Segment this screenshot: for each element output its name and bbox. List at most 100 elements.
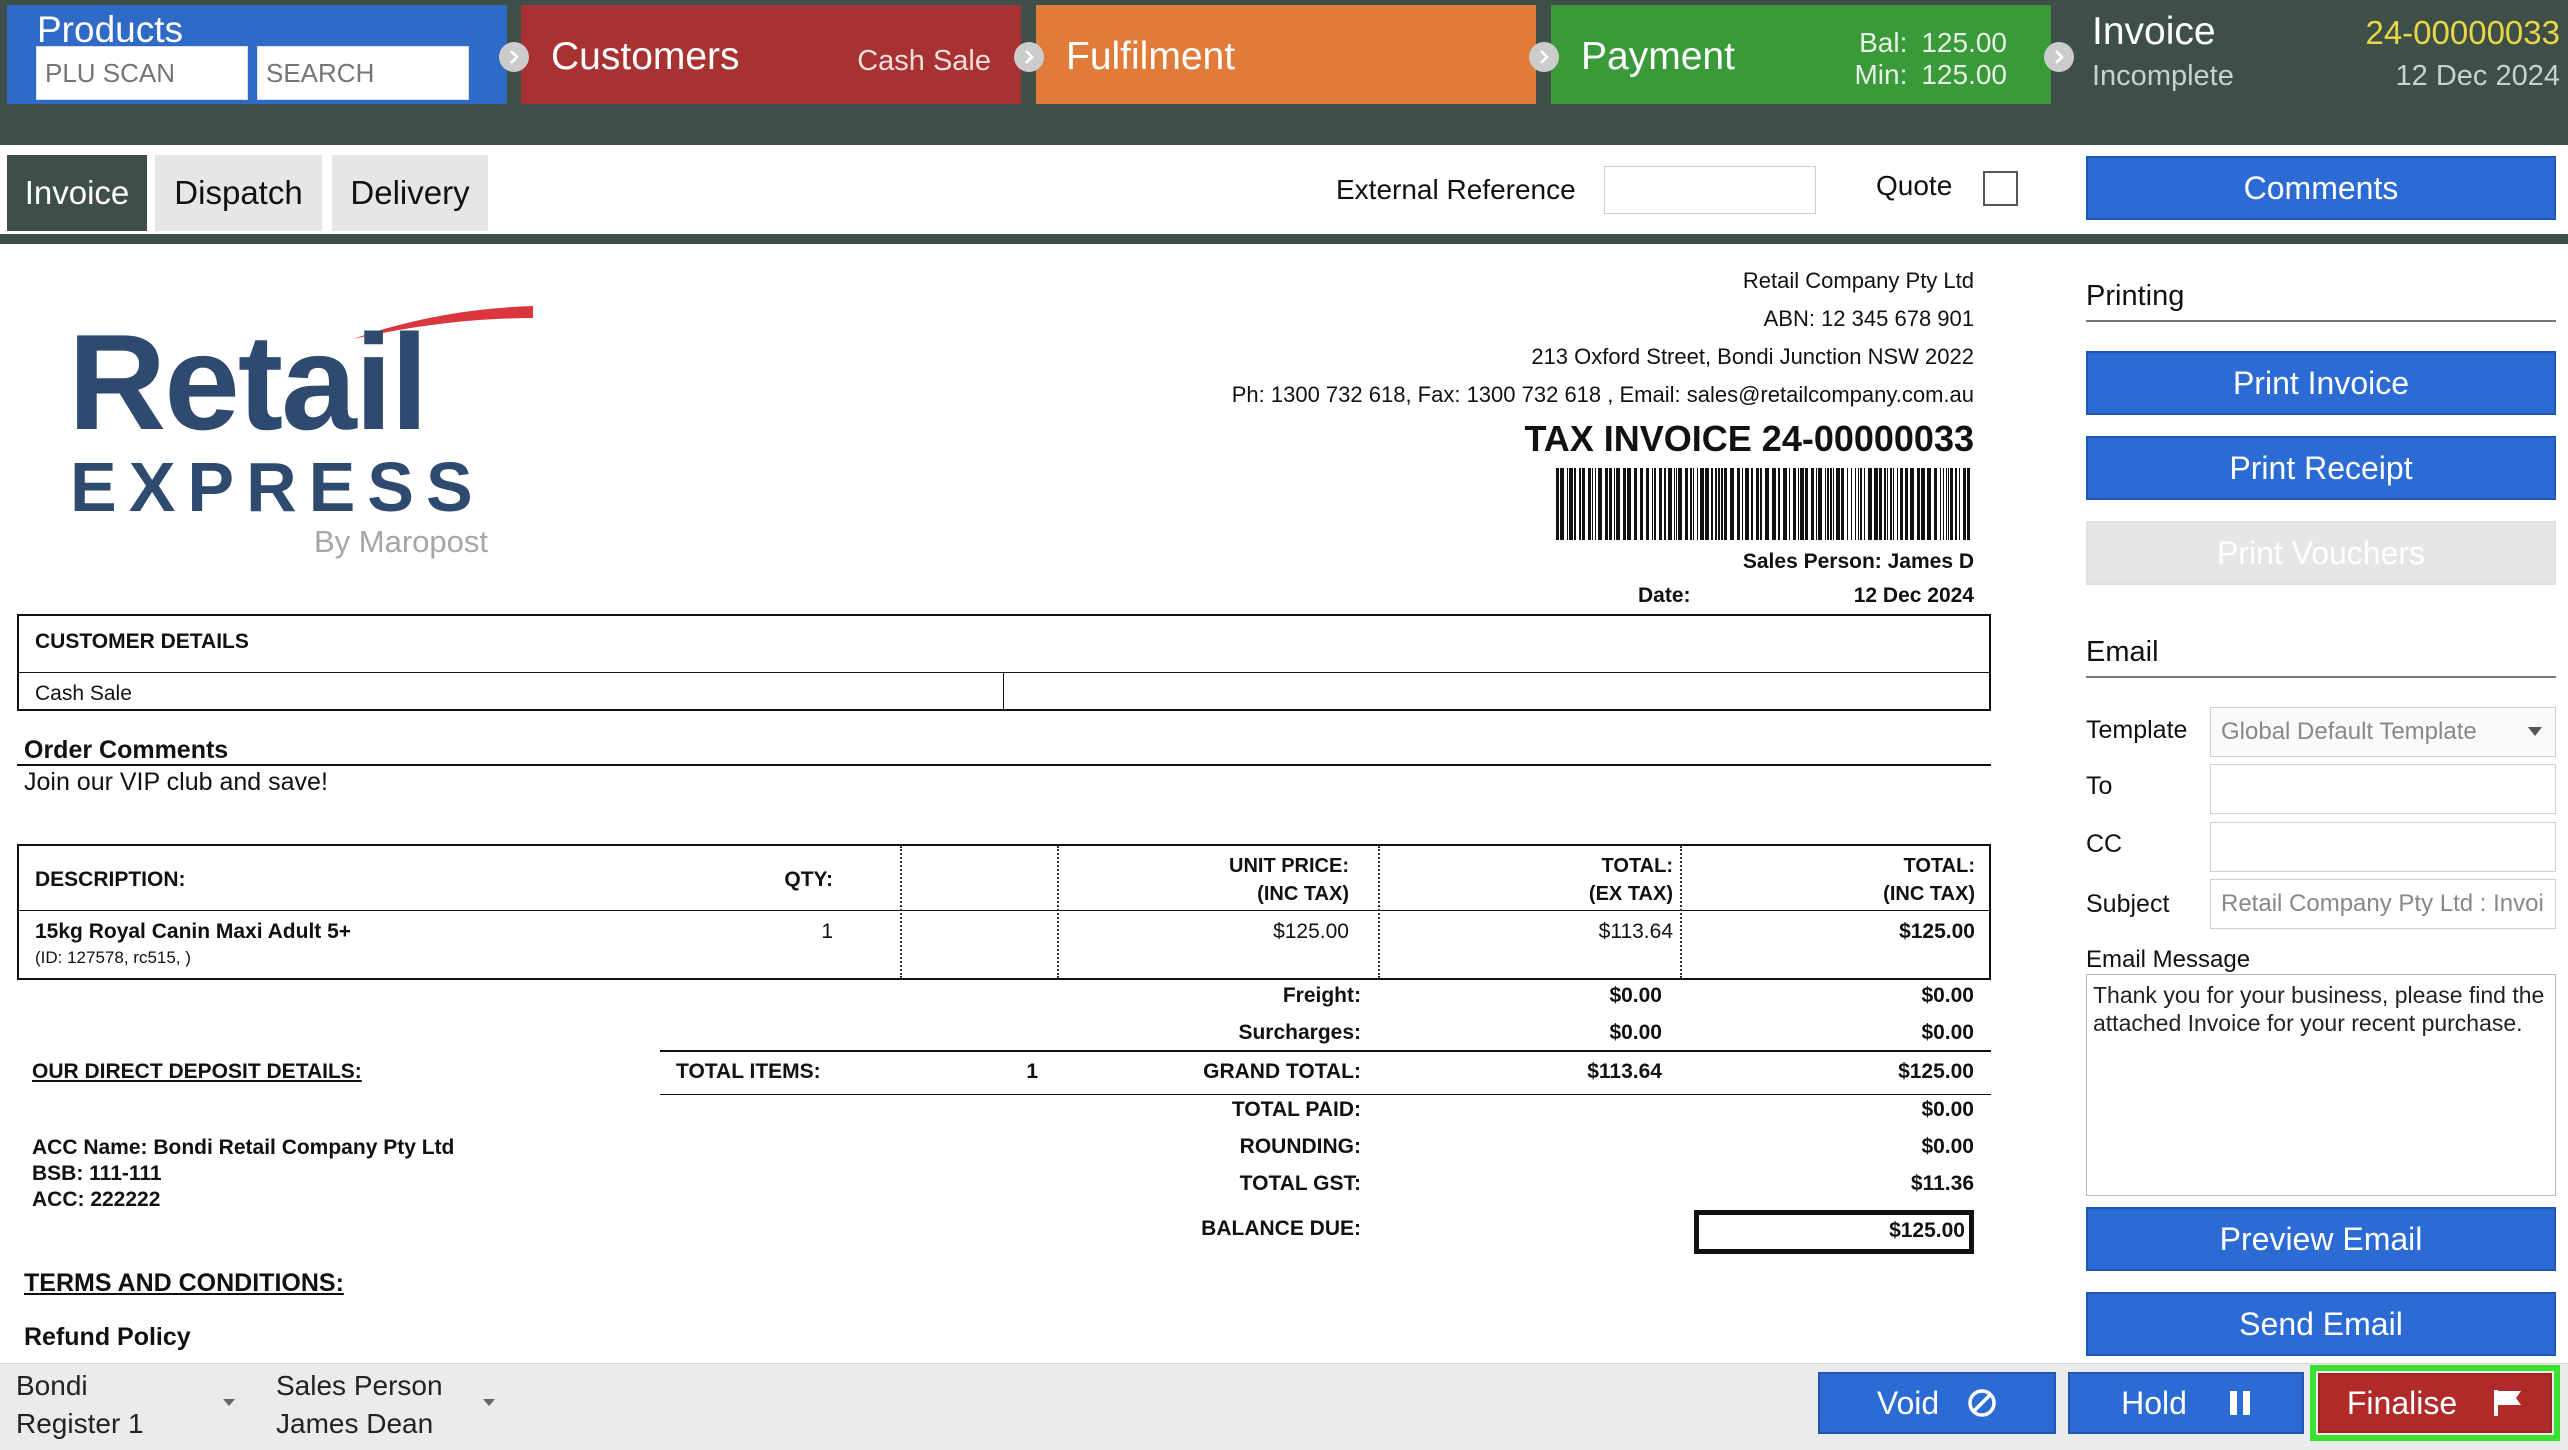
tab-invoice[interactable]: Invoice: [7, 155, 147, 231]
total-paid-value: $0.00: [1921, 1098, 1974, 1121]
col-divider: [1378, 846, 1380, 978]
step-products[interactable]: Products: [7, 5, 507, 104]
barcode-bar: [1569, 468, 1573, 540]
finalise-button[interactable]: Finalise: [2318, 1373, 2552, 1433]
barcode-bar: [1948, 468, 1949, 540]
barcode-bar: [1864, 468, 1865, 540]
print-receipt-button[interactable]: Print Receipt: [2086, 436, 2556, 500]
external-reference-input[interactable]: [1604, 166, 1816, 214]
barcode-bar: [1879, 468, 1882, 540]
company-abn: ABN: 12 345 678 901: [1763, 306, 1974, 331]
barcode-bar: [1760, 468, 1762, 540]
subject-label: Subject: [2086, 890, 2170, 918]
barcode-bar: [1816, 468, 1817, 540]
hold-button[interactable]: Hold: [2068, 1372, 2304, 1434]
quote-checkbox[interactable]: [1983, 171, 2018, 206]
barcode-bar: [1940, 468, 1941, 540]
barcode-bar: [1654, 468, 1656, 540]
deposit-acc-name: ACC Name: Bondi Retail Company Pty Ltd: [32, 1136, 455, 1159]
tab-delivery[interactable]: Delivery: [332, 155, 488, 231]
barcode-bar: [1893, 468, 1894, 540]
line-items-table: DESCRIPTION: QTY: UNIT PRICE: (INC TAX) T…: [17, 844, 1991, 980]
step-fulfilment[interactable]: Fulfilment: [1036, 5, 1536, 104]
comments-button[interactable]: Comments: [2086, 156, 2556, 220]
barcode-bar: [1855, 468, 1856, 540]
header-total-ex-2: (EX TAX): [1588, 883, 1673, 905]
template-select[interactable]: Global Default Template: [2210, 707, 2556, 757]
chevron-right-icon: [1014, 42, 1044, 72]
deposit-details-label: OUR DIRECT DEPOSIT DETAILS:: [32, 1060, 362, 1083]
header-unit-price-2: (INC TAX): [1257, 883, 1349, 905]
email-message-text: Thank you for your business, please find…: [2093, 982, 2545, 1036]
barcode-bar: [1676, 468, 1677, 540]
logo-word-express: EXPRESS: [70, 448, 485, 526]
barcode-bar: [1721, 468, 1723, 540]
balance-row: Bal: 125.00: [1859, 27, 2007, 59]
freight-inc: $0.00: [1921, 984, 1974, 1007]
barcode-bar: [1730, 468, 1734, 540]
template-select-value: Global Default Template: [2221, 718, 2477, 745]
order-comments-label: Order Comments: [24, 736, 229, 764]
step-customers[interactable]: Customers Cash Sale: [521, 5, 1021, 104]
email-message-textarea[interactable]: Thank you for your business, please find…: [2086, 974, 2556, 1196]
sales-person-selector[interactable]: Sales Person James Dean: [276, 1368, 506, 1446]
barcode-bar: [1623, 468, 1626, 540]
barcode-bar: [1574, 468, 1576, 540]
barcode-bar: [1609, 468, 1612, 540]
chevron-down-icon: [2528, 727, 2542, 736]
freight-label: Freight:: [1282, 984, 1361, 1007]
barcode-bar: [1833, 468, 1834, 540]
print-vouchers-button[interactable]: Print Vouchers: [2086, 521, 2556, 585]
grand-total-ex: $113.64: [1587, 1060, 1662, 1083]
subject-input-value: Retail Company Pty Ltd : Invoi: [2221, 890, 2544, 917]
void-icon: [1968, 1389, 1996, 1417]
register-name: Register 1: [16, 1408, 144, 1439]
barcode-bar: [1705, 468, 1709, 540]
barcode-bar: [1800, 468, 1804, 540]
barcode-bar: [1825, 468, 1826, 540]
external-reference-label: External Reference: [1336, 174, 1576, 205]
location-selector[interactable]: Bondi Register 1: [16, 1368, 246, 1446]
email-divider: [2086, 676, 2556, 678]
barcode-bar: [1598, 468, 1602, 540]
barcode-bar: [1588, 468, 1591, 540]
rounding-value: $0.00: [1921, 1135, 1974, 1158]
barcode-bar: [1905, 468, 1908, 540]
void-label: Void: [1876, 1384, 1940, 1421]
plu-scan-input[interactable]: [36, 46, 248, 100]
header-unit-price: UNIT PRICE: (INC TAX): [1229, 852, 1349, 908]
barcode-bar: [1627, 468, 1631, 540]
barcode: [1556, 468, 1970, 540]
barcode-bar: [1614, 468, 1615, 540]
barcode-bar: [1798, 468, 1799, 540]
finalise-label: Finalise: [2346, 1384, 2458, 1421]
balance-due-box: $125.00: [1694, 1210, 1974, 1254]
barcode-bar: [1811, 468, 1814, 540]
preview-email-button[interactable]: Preview Email: [2086, 1207, 2556, 1271]
barcode-bar: [1874, 468, 1878, 540]
print-invoice-button[interactable]: Print Invoice: [2086, 351, 2556, 415]
customer-details-label: CUSTOMER DETAILS: [35, 630, 249, 653]
header-qty: QTY:: [784, 868, 833, 891]
send-email-button[interactable]: Send Email: [2086, 1292, 2556, 1356]
barcode-bar: [1674, 468, 1675, 540]
header-total-ex: TOTAL: (EX TAX): [1589, 852, 1673, 908]
void-button[interactable]: Void: [1818, 1372, 2056, 1434]
barcode-bar: [1851, 468, 1852, 540]
barcode-bar: [1751, 468, 1753, 540]
barcode-bar: [1959, 468, 1960, 540]
total-paid-label: TOTAL PAID:: [1231, 1098, 1361, 1121]
item-qty: 1: [821, 920, 833, 943]
tab-dispatch[interactable]: Dispatch: [155, 155, 322, 231]
subject-input[interactable]: Retail Company Pty Ltd : Invoi: [2210, 879, 2556, 929]
barcode-bar: [1860, 468, 1862, 540]
to-input[interactable]: [2210, 764, 2556, 814]
step-payment[interactable]: Payment Bal: 125.00 Min: 125.00: [1551, 5, 2051, 104]
barcode-bar: [1847, 468, 1848, 540]
logo-by-maropost: By Maropost: [313, 524, 488, 559]
item-id: (ID: 127578, rc515, ): [35, 948, 191, 967]
cc-input[interactable]: [2210, 822, 2556, 872]
search-input[interactable]: [257, 46, 469, 100]
total-gst-label: TOTAL GST:: [1239, 1172, 1361, 1195]
to-label: To: [2086, 772, 2113, 800]
